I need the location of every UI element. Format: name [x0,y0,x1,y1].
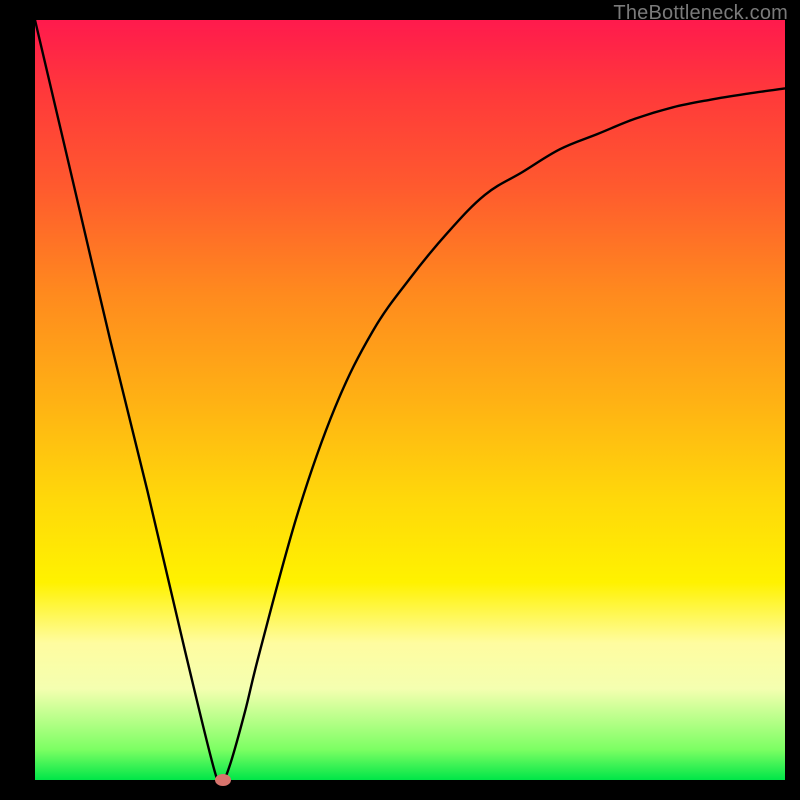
plot-area [35,20,785,780]
bottleneck-curve [35,20,785,780]
minimum-marker [215,774,231,786]
chart-frame: TheBottleneck.com [0,0,800,800]
watermark-text: TheBottleneck.com [613,2,788,25]
